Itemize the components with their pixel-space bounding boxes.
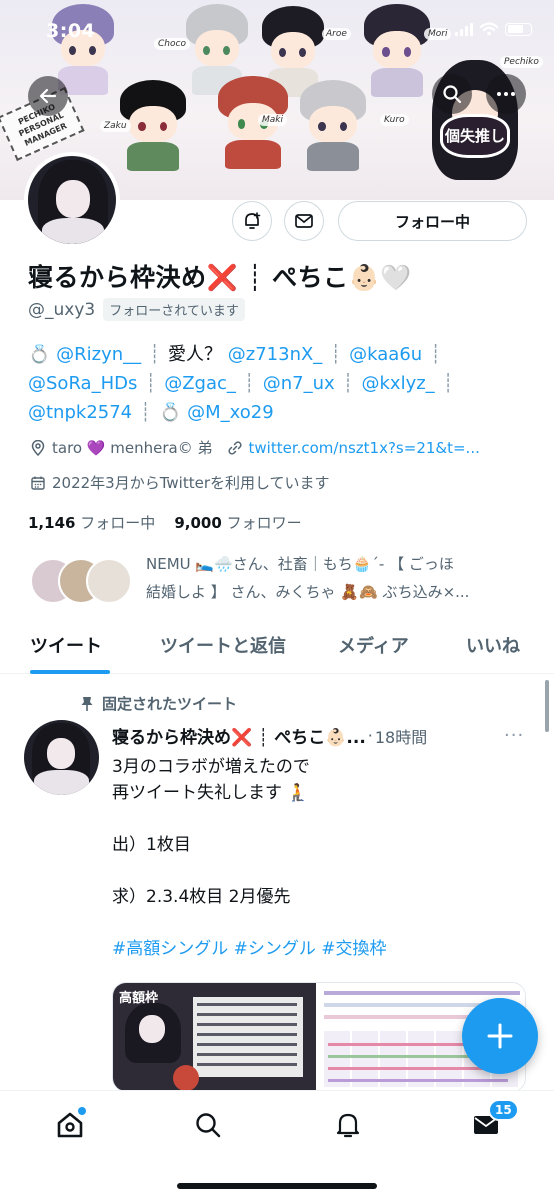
more-options-button[interactable] (486, 74, 526, 114)
followers-link[interactable]: 9,000 フォロワー (174, 514, 301, 532)
profile-url[interactable]: twitter.com/nszt1x?s=21&t=... (249, 439, 480, 457)
following-link[interactable]: 1,146 フォロー中 (28, 514, 155, 532)
bio-mention[interactable]: @z713nX_ (228, 344, 323, 365)
pin-icon (81, 696, 93, 711)
profile-location-row: taro 💜 menhera© 弟 twitter.com/nszt1x?s=2… (30, 437, 480, 458)
messages-badge: 15 (488, 1099, 519, 1121)
nav-home[interactable] (50, 1105, 90, 1145)
profile-bio: 💍 @Rizyn__ ┊ 愛人？ @z713nX_ ┊ @kaa6u ┊ @SoRa_HD… (28, 344, 454, 423)
banner-name-tag: Kuro (380, 114, 409, 126)
profile-display-name: 寝るから枠決め❌ ┊ ぺちこ👶🏻🤍 (28, 263, 412, 292)
profile-avatar[interactable] (24, 152, 120, 248)
tab-tweets-replies[interactable]: ツイートと返信 (160, 632, 286, 658)
banner-character (300, 80, 366, 171)
banner-character (262, 6, 324, 97)
new-content-dot (78, 1107, 86, 1115)
home-indicator (177, 1183, 377, 1189)
tab-tweets[interactable]: ツイート (30, 632, 102, 658)
scrollbar[interactable] (545, 680, 549, 732)
avatar (86, 558, 132, 604)
status-icons (455, 22, 532, 36)
profile-handle: @_uxy3 (28, 299, 96, 320)
bio-mention[interactable]: @n7_ux (263, 373, 335, 394)
bio-mention[interactable]: @tnpk2574 (28, 402, 132, 423)
banner-character (120, 80, 186, 171)
banner-character (364, 4, 430, 98)
profile-joined: 2022年3月からTwitterを利用しています (52, 474, 330, 492)
notifications-subscribe-button[interactable] (232, 201, 272, 241)
bell-icon (336, 1113, 360, 1138)
tweet-author-avatar[interactable] (24, 720, 99, 795)
following-button[interactable]: フォロー中 (338, 201, 527, 241)
back-arrow-icon (39, 88, 57, 104)
ring-emoji: 💍 (28, 344, 51, 365)
banner-name-tag: Mori (424, 28, 452, 40)
active-tab-indicator (30, 670, 110, 674)
banner-name-tag: Zaku (100, 120, 131, 132)
profile-joined-row: 2022年3月からTwitterを利用しています (30, 472, 330, 493)
follows-you-badge: フォローされています (103, 298, 245, 321)
battery-icon (505, 22, 532, 36)
followed-by-line: NEMU 🛌🌧️さん、社畜｜もち🧁´- 【 ごっほ (146, 555, 454, 573)
tweet-author-name[interactable]: 寝るから枠決め❌ ┊ ぺちこ👶🏻... (112, 723, 366, 748)
banner-name-tag: Choco (154, 38, 190, 50)
handle-row: @_uxy3 フォローされています (28, 298, 245, 321)
tweet-header: 寝るから枠決め❌ ┊ ぺちこ👶🏻... · 18時間 (112, 723, 532, 748)
oshi-mask-text: 個失推し (440, 114, 510, 158)
location-pin-icon (31, 439, 45, 456)
envelope-icon (295, 214, 313, 228)
wifi-icon (480, 22, 498, 36)
tweet-time: 18時間 (374, 727, 428, 747)
status-time: 3:04 (46, 20, 96, 42)
search-button[interactable] (432, 74, 472, 114)
banner-name-tag: Maki (258, 114, 287, 126)
bio-mention[interactable]: @kxlyz_ (362, 373, 435, 394)
bio-text: 愛人？ (168, 344, 223, 365)
follow-counts: 1,146 フォロー中 9,000 フォロワー (28, 512, 302, 533)
followed-by-line: 結婚しよ 】 さん、みくちゃ 🧸🙈 ぶち込み×... (146, 583, 470, 601)
profile-location: taro 💜 menhera© 弟 (52, 439, 213, 457)
bell-plus-icon (245, 212, 261, 229)
nav-notifications[interactable] (328, 1105, 368, 1145)
followed-by-text[interactable]: NEMU 🛌🌧️さん、社畜｜もち🧁´- 【 ごっほ 結婚しよ 】 さん、みくちゃ… (146, 550, 526, 606)
bio-mention[interactable]: @M_xo29 (187, 402, 274, 423)
message-button[interactable] (284, 201, 324, 241)
pinned-tweet-label: 固定されたツイート (80, 693, 237, 714)
compose-tweet-button[interactable] (462, 998, 538, 1074)
bio-mention[interactable]: @kaa6u (349, 344, 422, 365)
link-icon (227, 440, 242, 455)
tweet-more-button[interactable]: ··· (504, 725, 524, 746)
tab-media[interactable]: メディア (338, 632, 409, 658)
banner-character (218, 76, 288, 170)
tweet-image[interactable]: 高額枠 (113, 983, 317, 1091)
tab-likes[interactable]: いいね (466, 632, 520, 658)
signal-icon (455, 22, 473, 36)
followed-by-avatars[interactable] (30, 558, 134, 604)
bio-mention[interactable]: @SoRa_HDs (28, 373, 137, 394)
bio-mention[interactable]: @Rizyn__ (56, 344, 141, 365)
nav-search[interactable] (188, 1105, 228, 1145)
profile-tabs: ツイート ツイートと返信 メディア いいね (0, 622, 554, 674)
back-button[interactable] (28, 76, 68, 116)
plus-icon (487, 1023, 513, 1049)
search-icon (443, 85, 462, 104)
tweet-text: 3月のコラボが増えたので 再ツイート失礼します 🧎 出）1枚目 求）2.3.4枚… (112, 754, 532, 962)
banner-name-tag: Aroe (322, 28, 351, 40)
tweet-hashtags[interactable]: #高額シングル #シングル #交換枠 (112, 936, 532, 962)
bio-mention[interactable]: @Zgac_ (164, 373, 236, 394)
more-dots-icon (497, 92, 515, 96)
ring-emoji: 💍 (158, 402, 182, 423)
calendar-icon (31, 476, 45, 490)
banner-character (186, 4, 248, 95)
search-icon (196, 1113, 221, 1138)
nav-messages[interactable]: 15 (466, 1099, 519, 1145)
